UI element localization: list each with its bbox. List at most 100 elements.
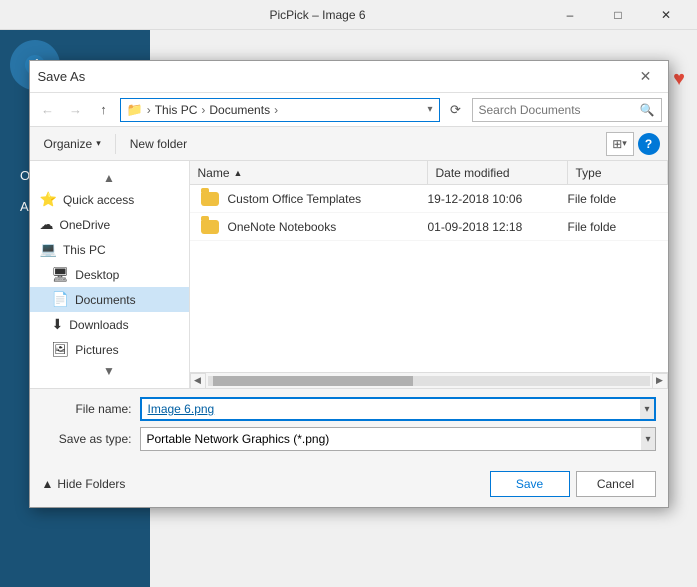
col-header-name[interactable]: Name ▲: [190, 161, 428, 184]
file-item-onenote[interactable]: OneNote Notebooks 01-09-2018 12:18 File …: [190, 213, 668, 241]
organize-btn[interactable]: Organize ▾: [38, 134, 107, 154]
file-type-onenote: File folde: [568, 220, 668, 234]
file-type-select[interactable]: Portable Network Graphics (*.png) ▾: [140, 427, 656, 451]
view-icon: ⊞: [612, 137, 622, 151]
file-name-row: File name: Image 6.png ▾: [42, 397, 656, 421]
desktop-icon: 🖥: [52, 266, 70, 283]
downloads-icon: ⬇: [52, 316, 64, 333]
h-scroll-right-btn[interactable]: ▶: [652, 373, 668, 389]
refresh-btn[interactable]: ⟳: [444, 98, 468, 122]
app-close-btn[interactable]: ✕: [643, 0, 689, 30]
nav-item-pictures[interactable]: 🖼 Pictures: [30, 337, 189, 362]
dialog-titlebar: Save As ✕: [30, 61, 668, 93]
h-scroll-thumb[interactable]: [213, 376, 413, 386]
file-type-custom-office: File folde: [568, 192, 668, 206]
file-list: Custom Office Templates 19-12-2018 10:06…: [190, 185, 668, 372]
nav-scroll-down[interactable]: ▼: [30, 362, 189, 380]
nav-label-quick-access: Quick access: [63, 193, 134, 207]
nav-item-desktop[interactable]: 🖥 Desktop: [30, 262, 189, 287]
toolbar-right: ⊞ ▾ ?: [606, 132, 660, 156]
file-area: ▲ ⭐ Quick access ☁ OneDrive 💻 This PC: [30, 161, 668, 388]
folder-icon-onenote: [198, 215, 222, 239]
address-bar: ← → ↑ 📁 › This PC › Documents › ▾ ⟳ 🔍: [30, 93, 668, 127]
file-type-label: Save as type:: [42, 432, 132, 446]
nav-item-quick-access[interactable]: ⭐ Quick access: [30, 187, 189, 212]
nav-label-downloads: Downloads: [69, 318, 128, 332]
file-name-custom-office: Custom Office Templates: [222, 192, 428, 206]
file-date-onenote: 01-09-2018 12:18: [428, 220, 568, 234]
file-type-row: Save as type: Portable Network Graphics …: [42, 427, 656, 451]
path-documents[interactable]: Documents: [209, 103, 270, 117]
search-input[interactable]: [479, 103, 640, 117]
path-sep-3: ›: [274, 103, 278, 117]
path-dropdown-arrow[interactable]: ▾: [427, 104, 432, 115]
form-area: File name: Image 6.png ▾ Save as type: P…: [30, 388, 668, 465]
file-list-header: Name ▲ Date modified Type: [190, 161, 668, 185]
new-folder-btn[interactable]: New folder: [124, 134, 193, 154]
forward-btn[interactable]: →: [64, 98, 88, 122]
path-sep-1: ›: [147, 103, 151, 117]
hide-folders-btn[interactable]: ▲ Hide Folders: [42, 477, 126, 491]
onedrive-icon: ☁: [40, 216, 54, 233]
hide-folders-label: Hide Folders: [57, 477, 125, 491]
h-scrollbar: ◀ ▶: [190, 372, 668, 388]
dialog-close-btn[interactable]: ✕: [632, 63, 660, 91]
search-icon: 🔍: [640, 103, 655, 117]
file-toolbar: Organize ▾ New folder ⊞ ▾ ?: [30, 127, 668, 161]
path-sep-2: ›: [201, 103, 205, 117]
nav-label-onedrive: OneDrive: [60, 218, 111, 232]
new-folder-label: New folder: [130, 137, 187, 151]
search-box[interactable]: 🔍: [472, 98, 662, 122]
file-name-input[interactable]: Image 6.png ▾: [140, 397, 656, 421]
sort-arrow: ▲: [234, 168, 243, 178]
window-controls: – □ ✕: [547, 0, 689, 30]
address-path[interactable]: 📁 › This PC › Documents › ▾: [120, 98, 440, 122]
col-header-type[interactable]: Type: [568, 161, 668, 184]
nav-scroll-up[interactable]: ▲: [30, 169, 189, 187]
h-scroll-track[interactable]: [208, 376, 650, 386]
dialog-title: Save As: [38, 69, 632, 84]
up-btn[interactable]: ↑: [92, 98, 116, 122]
file-name-value: Image 6.png: [148, 402, 641, 416]
file-type-value: Portable Network Graphics (*.png): [147, 432, 642, 446]
nav-item-onedrive[interactable]: ☁ OneDrive: [30, 212, 189, 237]
cancel-button[interactable]: Cancel: [576, 471, 656, 497]
toolbar-sep: [115, 134, 116, 154]
file-item-custom-office[interactable]: Custom Office Templates 19-12-2018 10:06…: [190, 185, 668, 213]
app-window: PicPick – Image 6 – □ ✕ Options About ♥ …: [0, 0, 697, 587]
footer-buttons: Save Cancel: [490, 471, 656, 497]
save-button[interactable]: Save: [490, 471, 570, 497]
file-type-dropdown[interactable]: ▾: [641, 428, 654, 450]
nav-item-this-pc[interactable]: 💻 This PC: [30, 237, 189, 262]
documents-icon: 📄: [52, 291, 69, 308]
path-this-pc[interactable]: This PC: [155, 103, 198, 117]
nav-panel: ▲ ⭐ Quick access ☁ OneDrive 💻 This PC: [30, 161, 190, 388]
this-pc-icon: 💻: [40, 241, 57, 258]
file-name-label: File name:: [42, 402, 132, 416]
nav-label-pictures: Pictures: [75, 343, 118, 357]
quick-access-icon: ⭐: [40, 191, 57, 208]
help-btn[interactable]: ?: [638, 133, 660, 155]
nav-label-this-pc: This PC: [63, 243, 106, 257]
folder-icon-custom-office: [198, 187, 222, 211]
h-scroll-left-btn[interactable]: ◀: [190, 373, 206, 389]
col-header-date[interactable]: Date modified: [428, 161, 568, 184]
nav-item-documents[interactable]: 📄 Documents: [30, 287, 189, 312]
minimize-btn[interactable]: –: [547, 0, 593, 30]
title-bar: PicPick – Image 6 – □ ✕: [0, 0, 697, 30]
back-btn[interactable]: ←: [36, 98, 60, 122]
organize-arrow: ▾: [96, 138, 101, 149]
pictures-icon: 🖼: [52, 341, 70, 358]
hide-folders-icon: ▲: [42, 477, 54, 491]
view-btn[interactable]: ⊞ ▾: [606, 132, 634, 156]
file-name-onenote: OneNote Notebooks: [222, 220, 428, 234]
organize-label: Organize: [44, 137, 93, 151]
file-list-area: Name ▲ Date modified Type: [190, 161, 668, 388]
nav-item-downloads[interactable]: ⬇ Downloads: [30, 312, 189, 337]
app-title: PicPick – Image 6: [88, 8, 547, 22]
dialog-overlay: Save As ✕ ← → ↑ 📁 › This PC › Documents …: [0, 30, 697, 587]
file-date-custom-office: 19-12-2018 10:06: [428, 192, 568, 206]
maximize-btn[interactable]: □: [595, 0, 641, 30]
file-name-dropdown[interactable]: ▾: [640, 399, 653, 419]
save-as-dialog: Save As ✕ ← → ↑ 📁 › This PC › Documents …: [29, 60, 669, 508]
